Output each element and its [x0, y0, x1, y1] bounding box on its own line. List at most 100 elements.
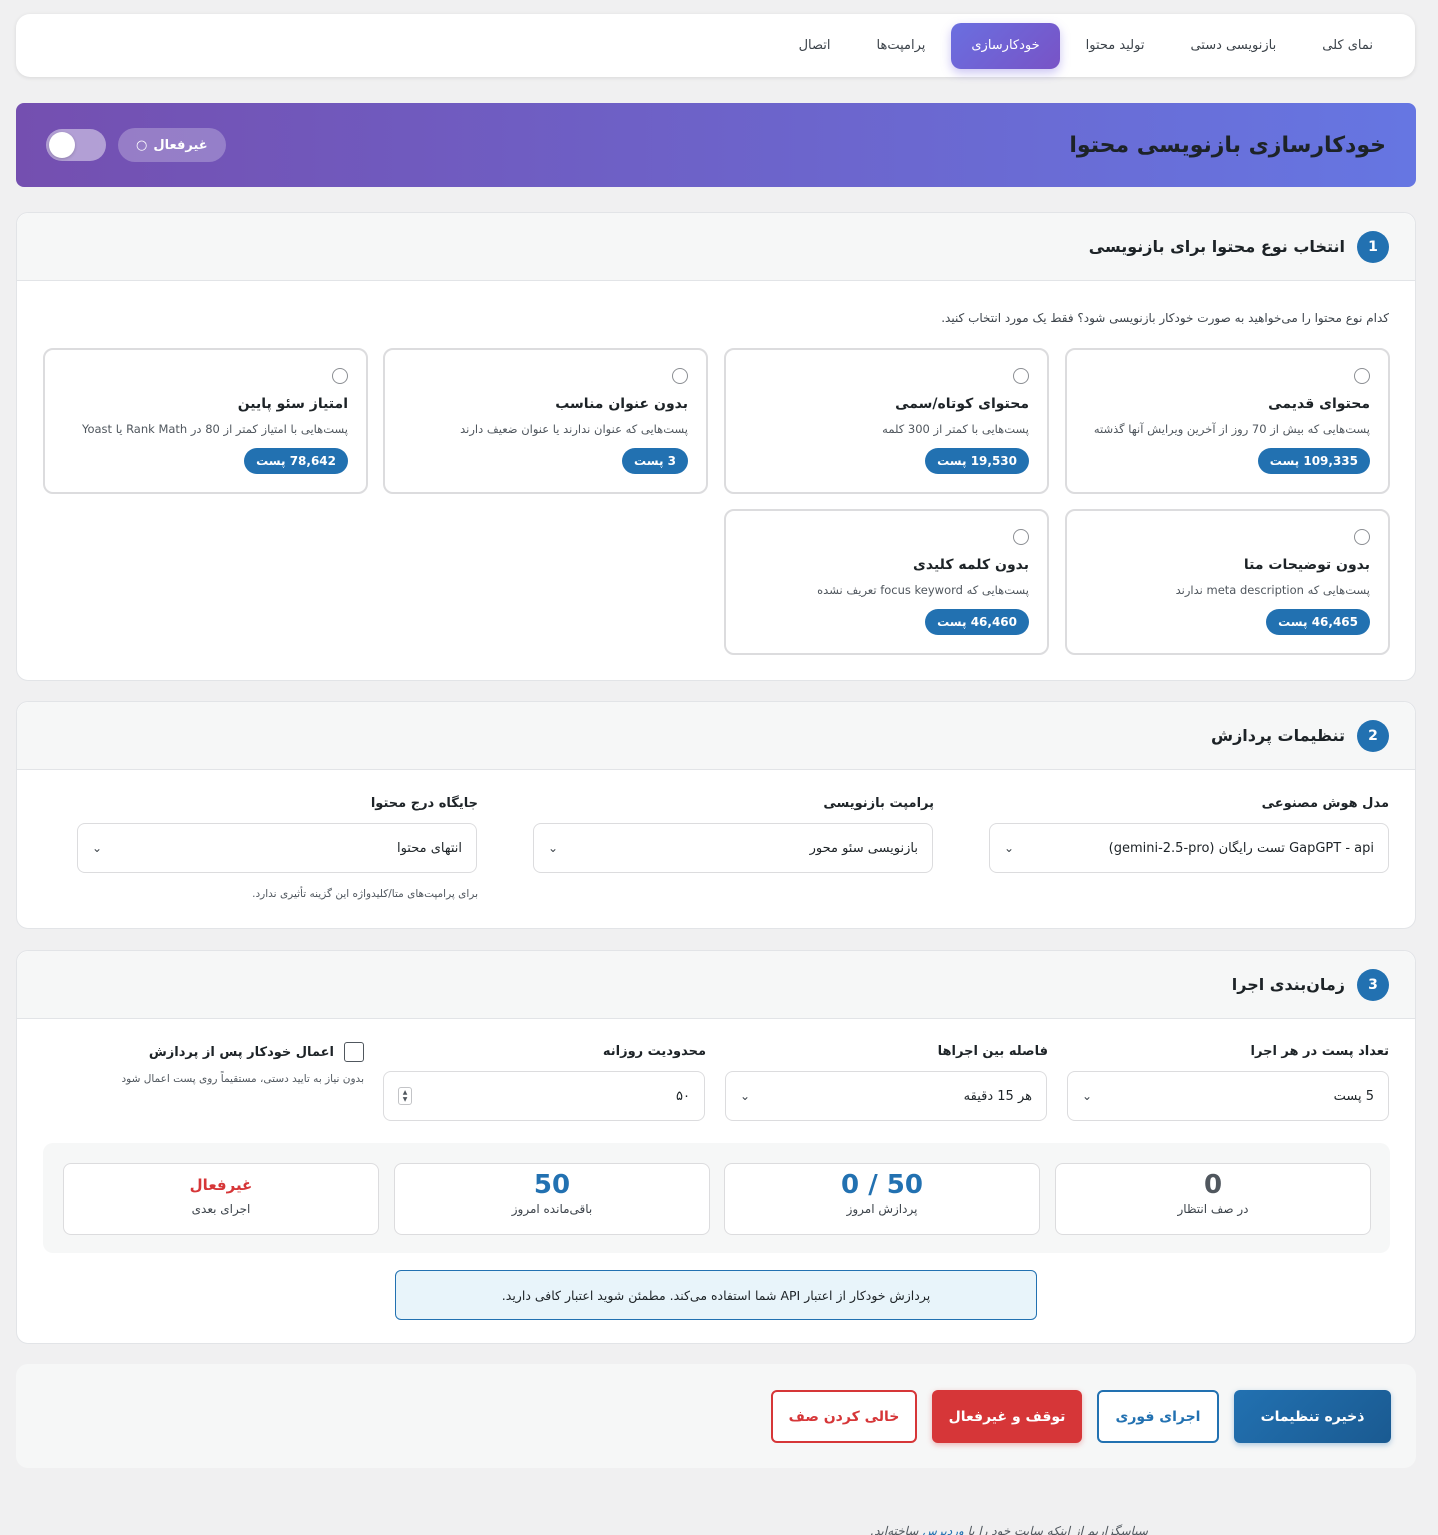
- toggle-knob: [49, 132, 75, 158]
- status-circle-icon: ○: [136, 137, 148, 153]
- option-title: امتیاز سئو پایین: [237, 396, 348, 412]
- option-title: بدون عنوان مناسب: [555, 396, 688, 412]
- insert-position-label: جایگاه درج محتوا: [370, 796, 478, 811]
- selected-value: هر 15 دقیقه: [963, 1088, 1032, 1104]
- stat-value: 0: [1203, 1170, 1223, 1200]
- selected-value: انتهای محتوا: [396, 840, 462, 856]
- option-description: پست‌هایی که بیش از 70 روز از آخرین ویرای…: [1093, 422, 1370, 436]
- option-old-content[interactable]: محتوای قدیمی پست‌هایی که بیش از 70 روز ا…: [1065, 348, 1390, 494]
- auto-apply-help: بدون نیاز به تایید دستی، مستقیماً روی پس…: [121, 1073, 364, 1085]
- automation-header: خودکارسازی بازنویسی محتوا غیرفعال ○: [16, 103, 1416, 187]
- processing-settings-section: 2 تنظیمات پردازش مدل هوش مصنوعی GapGPT -…: [16, 701, 1416, 929]
- step-number: 1: [1357, 230, 1389, 263]
- daily-limit-input[interactable]: ۵۰ ▲ ▼: [383, 1071, 705, 1121]
- tab-prompts[interactable]: پرامپت‌ها: [857, 23, 946, 69]
- section-header: 1 انتخاب نوع محتوا برای بازنویسی: [17, 213, 1415, 281]
- hero-controls: غیرفعال ○: [46, 128, 226, 162]
- ai-model-select[interactable]: GapGPT - api تست رایگان (gemini-2.5-pro)…: [989, 823, 1389, 873]
- option-description: پست‌هایی که meta description ندارند: [1175, 583, 1370, 597]
- interval-label: فاصله بین اجراها: [937, 1044, 1048, 1059]
- radio-button[interactable]: [1354, 368, 1370, 384]
- footer-prefix: سپاسگزاریم از اینکه سایت خود را با: [967, 1524, 1148, 1535]
- option-description: پست‌هایی که focus keyword تعریف نشده: [817, 583, 1029, 597]
- nav-tabs: نمای کلی بازنویسی دستی تولید محتوا خودکا…: [16, 14, 1415, 77]
- step-number: 3: [1357, 968, 1389, 1001]
- option-no-meta-description[interactable]: بدون توضیحات متا پست‌هایی که meta descri…: [1065, 509, 1390, 655]
- stop-disable-button[interactable]: توقف و غیرفعال: [932, 1390, 1082, 1443]
- stat-queue: 0 در صف انتظار: [1055, 1163, 1371, 1235]
- option-no-title[interactable]: بدون عنوان مناسب پست‌هایی که عنوان ندارن…: [383, 348, 708, 494]
- chevron-down-icon: ⌄: [92, 841, 103, 855]
- option-description: پست‌هایی که عنوان ندارند یا عنوان ضعیف د…: [460, 422, 688, 436]
- stat-label: در صف انتظار: [1177, 1202, 1249, 1216]
- option-title: محتوای قدیمی: [1268, 396, 1370, 412]
- insert-position-help: برای پرامپت‌های متا/کلیدواژه این گزینه ت…: [252, 888, 478, 900]
- radio-button[interactable]: [1013, 529, 1029, 545]
- daily-limit-label: محدودیت روزانه: [602, 1044, 706, 1059]
- api-credit-notice: پردازش خودکار از اعتبار API شما استفاده …: [395, 1270, 1037, 1320]
- auto-apply-row: اعمال خودکار پس از پردازش: [149, 1042, 364, 1062]
- insert-position-select[interactable]: انتهای محتوا ⌄: [77, 823, 477, 873]
- tab-manual-rewrite[interactable]: بازنویسی دستی: [1170, 23, 1296, 69]
- automation-toggle[interactable]: [46, 129, 106, 161]
- radio-button[interactable]: [672, 368, 688, 384]
- stat-label: اجرای بعدی: [191, 1202, 251, 1216]
- post-count-badge: 109,335 پست: [1257, 448, 1370, 474]
- post-count-badge: 46,465 پست: [1266, 609, 1370, 635]
- section-title: انتخاب نوع محتوا برای بازنویسی: [1088, 237, 1345, 256]
- posts-per-run-select[interactable]: 5 پست ⌄: [1067, 1071, 1389, 1121]
- radio-button[interactable]: [332, 368, 348, 384]
- selected-value: 5 پست: [1333, 1088, 1374, 1104]
- post-count-badge: 78,642 پست: [244, 448, 348, 474]
- chevron-down-icon: ⌄: [1004, 841, 1015, 855]
- chevron-down-icon: ⌄: [1082, 1089, 1093, 1103]
- run-now-button[interactable]: اجرای فوری: [1097, 1390, 1219, 1443]
- save-settings-button[interactable]: ذخیره تنظیمات: [1234, 1390, 1391, 1443]
- number-spinner-icon[interactable]: ▲ ▼: [398, 1087, 412, 1105]
- option-title: بدون توضیحات متا: [1243, 557, 1370, 573]
- option-short-content[interactable]: محتوای کوتاه/سمی پست‌هایی با کمتر از 300…: [724, 348, 1049, 494]
- option-description: پست‌هایی با کمتر از 300 کلمه: [882, 422, 1029, 436]
- footer-suffix: ساخته‌اید.: [870, 1524, 919, 1535]
- tab-content-generation[interactable]: تولید محتوا: [1066, 23, 1165, 69]
- interval-select[interactable]: هر 15 دقیقه ⌄: [725, 1071, 1047, 1121]
- prompt-select[interactable]: بازنویسی سئو محور ⌄: [533, 823, 933, 873]
- post-count-badge: 46,460 پست: [925, 609, 1029, 635]
- stat-label: پردازش امروز: [846, 1202, 918, 1216]
- stats-panel: 0 در صف انتظار 50 / 0 پردازش امروز 50 با…: [43, 1143, 1390, 1253]
- section-title: زمان‌بندی اجرا: [1231, 975, 1345, 994]
- tab-overview[interactable]: نمای کلی: [1302, 23, 1393, 69]
- tab-connection[interactable]: اتصال: [779, 23, 851, 69]
- option-low-seo-score[interactable]: امتیاز سئو پایین پست‌هایی با امتیاز کمتر…: [43, 348, 368, 494]
- chevron-down-icon: ⌄: [548, 841, 559, 855]
- option-no-keyword[interactable]: بدون کلمه کلیدی پست‌هایی که focus keywor…: [724, 509, 1049, 655]
- section-intro: کدام نوع محتوا را می‌خواهید به صورت خودک…: [941, 311, 1389, 325]
- auto-apply-label: اعمال خودکار پس از پردازش: [148, 1044, 334, 1060]
- prompt-label: پرامپت بازنویسی: [823, 796, 934, 811]
- stat-remaining-today: 50 باقی‌مانده امروز: [394, 1163, 710, 1235]
- clear-queue-button[interactable]: خالی کردن صف: [771, 1390, 917, 1443]
- stat-value: 50: [533, 1170, 571, 1200]
- radio-button[interactable]: [1354, 529, 1370, 545]
- tab-automation[interactable]: خودکارسازی: [951, 22, 1060, 69]
- wordpress-link[interactable]: وردپرس: [922, 1524, 964, 1535]
- page-title: خودکارسازی بازنویسی محتوا: [1069, 132, 1386, 158]
- input-value: ۵۰: [676, 1088, 690, 1104]
- actions-bar: ذخیره تنظیمات اجرای فوری توقف و غیرفعال …: [16, 1364, 1416, 1468]
- section-header: 3 زمان‌بندی اجرا: [17, 951, 1415, 1019]
- post-count-badge: 3 پست: [622, 448, 688, 474]
- step-number: 2: [1357, 719, 1389, 752]
- stat-value: 50 / 0: [841, 1170, 923, 1200]
- stat-processed-today: 50 / 0 پردازش امروز: [724, 1163, 1040, 1235]
- radio-button[interactable]: [1013, 368, 1029, 384]
- content-type-section: 1 انتخاب نوع محتوا برای بازنویسی کدام نو…: [16, 212, 1416, 681]
- selected-value: GapGPT - api تست رایگان (gemini-2.5-pro): [1108, 840, 1374, 856]
- auto-apply-checkbox[interactable]: [344, 1042, 364, 1062]
- status-badge: غیرفعال ○: [118, 128, 226, 162]
- stat-next-run: غیرفعال اجرای بعدی: [63, 1163, 379, 1235]
- posts-per-run-label: تعداد پست در هر اجرا: [1250, 1044, 1389, 1059]
- admin-footer-text: سپاسگزاریم از اینکه سایت خود را با وردپر…: [870, 1524, 1148, 1535]
- stat-label: باقی‌مانده امروز: [511, 1202, 593, 1216]
- option-title: محتوای کوتاه/سمی: [895, 396, 1029, 412]
- chevron-down-icon: ⌄: [740, 1089, 751, 1103]
